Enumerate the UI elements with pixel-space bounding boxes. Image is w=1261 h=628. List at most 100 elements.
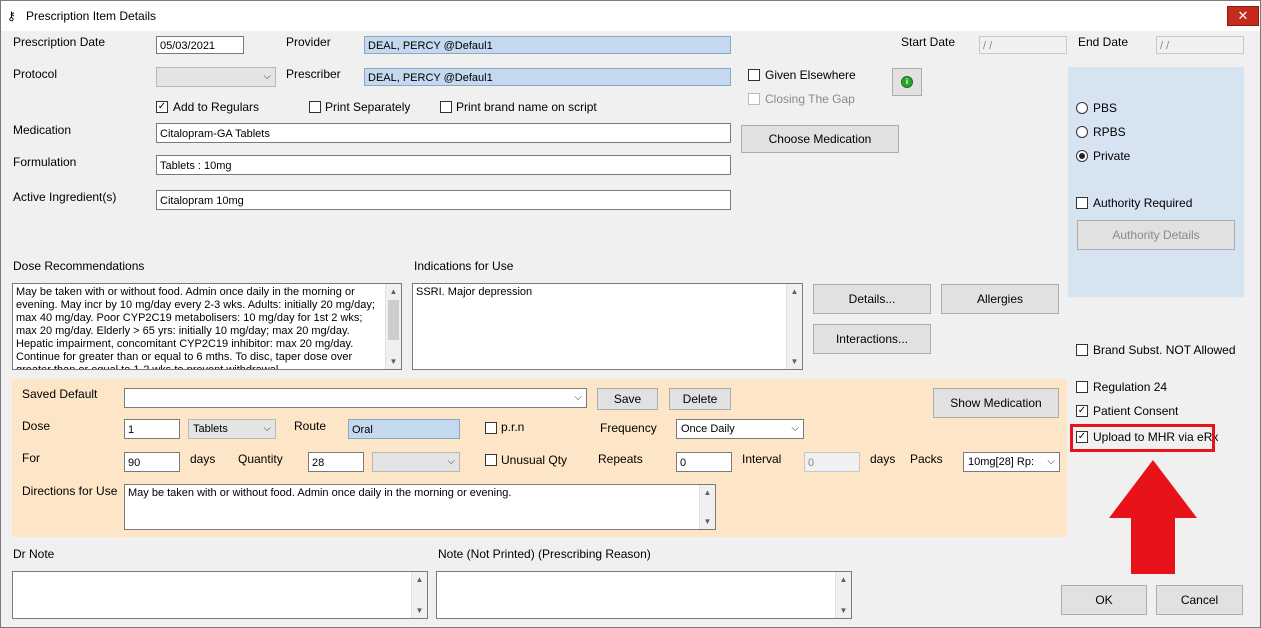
scroll-up-icon[interactable]: ▲ (700, 485, 715, 500)
frequency-value: Once Daily (681, 423, 735, 435)
dr-note-scrollbar[interactable]: ▲ ▼ (411, 572, 427, 618)
packs-value: 10mg[28] Rp: (968, 456, 1035, 468)
quantity-field[interactable]: 28 (308, 452, 364, 472)
delete-button[interactable]: Delete (669, 388, 731, 410)
brand-subst-label: Brand Subst. NOT Allowed (1093, 343, 1236, 357)
formulation-label: Formulation (13, 155, 77, 169)
for-label: For (22, 451, 40, 465)
formulation-field[interactable]: Tablets : 10mg (156, 155, 731, 175)
repeats-field[interactable]: 0 (676, 452, 732, 472)
dose-recommendations-text[interactable]: May be taken with or without food. Admin… (12, 283, 402, 370)
repeats-label: Repeats (598, 452, 643, 466)
for-field[interactable]: 90 (124, 452, 180, 472)
interval-field[interactable]: 0 (804, 452, 860, 472)
scroll-down-icon[interactable]: ▼ (787, 354, 802, 369)
indications-text[interactable]: SSRI. Major depression ▲ ▼ (412, 283, 803, 370)
protocol-dropdown[interactable]: ⌵ (156, 67, 276, 87)
provider-label: Provider (286, 35, 331, 49)
frequency-label: Frequency (600, 421, 657, 435)
authority-required-label: Authority Required (1093, 196, 1193, 210)
private-radio[interactable] (1076, 150, 1088, 162)
close-button[interactable]: ✕ (1227, 6, 1259, 26)
info-button[interactable]: i (892, 68, 922, 96)
dose-recommendations-content: May be taken with or without food. Admin… (16, 286, 375, 370)
directions-content: May be taken with or without food. Admin… (128, 487, 512, 499)
pbs-radio[interactable] (1076, 102, 1088, 114)
scroll-thumb[interactable] (388, 300, 399, 340)
pbs-label: PBS (1093, 101, 1118, 115)
dose-recommendations-scrollbar[interactable]: ▲ ▼ (385, 284, 401, 369)
print-separately-checkbox[interactable] (309, 101, 321, 113)
closing-the-gap-label: Closing The Gap (765, 92, 855, 106)
dose-unit-value: Tablets (193, 423, 228, 435)
dose-label: Dose (22, 419, 51, 433)
add-to-regulars-checkbox[interactable]: ✓ (156, 101, 168, 113)
authority-required-checkbox[interactable] (1076, 197, 1088, 209)
note-not-printed-label: Note (Not Printed) (Prescribing Reason) (438, 547, 651, 561)
regulation-24-checkbox[interactable] (1076, 381, 1088, 393)
start-date-field[interactable]: / / (979, 36, 1067, 54)
medication-field[interactable]: Citalopram-GA Tablets (156, 123, 731, 143)
scroll-down-icon[interactable]: ▼ (700, 514, 715, 529)
saved-default-dropdown[interactable]: ⌵ (124, 388, 587, 408)
dr-note-label: Dr Note (13, 547, 55, 561)
route-field[interactable]: Oral (348, 419, 460, 439)
interactions-button[interactable]: Interactions... (813, 324, 931, 354)
active-ingredients-label: Active Ingredient(s) (13, 190, 117, 204)
unusual-qty-label: Unusual Qty (501, 453, 568, 467)
quantity-unit-dropdown[interactable]: ⌵ (372, 452, 460, 472)
directions-text[interactable]: May be taken with or without food. Admin… (124, 484, 716, 530)
scroll-up-icon[interactable]: ▲ (412, 572, 427, 587)
days-label: days (190, 452, 216, 466)
dose-unit-dropdown[interactable]: Tablets ⌵ (188, 419, 276, 439)
save-button[interactable]: Save (597, 388, 658, 410)
given-elsewhere-checkbox[interactable] (748, 69, 760, 81)
note-not-printed-text[interactable]: ▲ ▼ (436, 571, 852, 619)
add-to-regulars-label: Add to Regulars (173, 100, 260, 114)
prn-checkbox[interactable] (485, 422, 497, 434)
dose-field[interactable]: 1 (124, 419, 180, 439)
info-icon: i (901, 76, 913, 88)
scroll-up-icon[interactable]: ▲ (787, 284, 802, 299)
frequency-dropdown[interactable]: Once Daily ⌵ (676, 419, 804, 439)
scroll-down-icon[interactable]: ▼ (412, 603, 427, 618)
directions-label: Directions for Use (22, 484, 118, 498)
medication-label: Medication (13, 123, 72, 137)
rpbs-radio[interactable] (1076, 126, 1088, 138)
print-brand-name-checkbox[interactable] (440, 101, 452, 113)
scroll-up-icon[interactable]: ▲ (836, 572, 851, 587)
provider-field[interactable]: DEAL, PERCY @Defaul1 (364, 36, 731, 54)
scroll-down-icon[interactable]: ▼ (836, 603, 851, 618)
indications-content: SSRI. Major depression (416, 286, 533, 298)
indications-scrollbar[interactable]: ▲ ▼ (786, 284, 802, 369)
packs-dropdown[interactable]: 10mg[28] Rp: ⌵ (963, 452, 1060, 472)
unusual-qty-checkbox[interactable] (485, 454, 497, 466)
prescriber-field[interactable]: DEAL, PERCY @Defaul1 (364, 68, 731, 86)
active-ingredients-field[interactable]: Citalopram 10mg (156, 190, 731, 210)
closing-the-gap-checkbox[interactable] (748, 93, 760, 105)
choose-medication-button[interactable]: Choose Medication (741, 125, 899, 153)
show-medication-button[interactable]: Show Medication (933, 388, 1059, 418)
allergies-button[interactable]: Allergies (941, 284, 1059, 314)
patient-consent-checkbox[interactable]: ✓ (1076, 405, 1088, 417)
interval-label: Interval (742, 452, 782, 466)
radio-dot (1079, 153, 1085, 159)
prescription-date-field[interactable]: 05/03/2021 (156, 36, 244, 54)
prescription-item-window: ⚷ Prescription Item Details ✕ Prescripti… (0, 0, 1261, 628)
directions-scrollbar[interactable]: ▲ ▼ (699, 485, 715, 529)
details-button[interactable]: Details... (813, 284, 931, 314)
print-brand-name-label: Print brand name on script (456, 100, 597, 114)
end-date-field[interactable]: / / (1156, 36, 1244, 54)
dr-note-text[interactable]: ▲ ▼ (12, 571, 428, 619)
note-not-printed-scrollbar[interactable]: ▲ ▼ (835, 572, 851, 618)
chevron-down-icon: ⌵ (263, 71, 271, 82)
authority-details-button[interactable]: Authority Details (1077, 220, 1235, 250)
regulation-24-label: Regulation 24 (1093, 380, 1168, 394)
scroll-down-icon[interactable]: ▼ (386, 354, 401, 369)
brand-subst-checkbox[interactable] (1076, 344, 1088, 356)
scroll-up-icon[interactable]: ▲ (386, 284, 401, 299)
saved-default-label: Saved Default (22, 387, 98, 401)
ok-button[interactable]: OK (1061, 585, 1147, 615)
arrow-shape (1109, 460, 1197, 574)
cancel-button[interactable]: Cancel (1156, 585, 1243, 615)
